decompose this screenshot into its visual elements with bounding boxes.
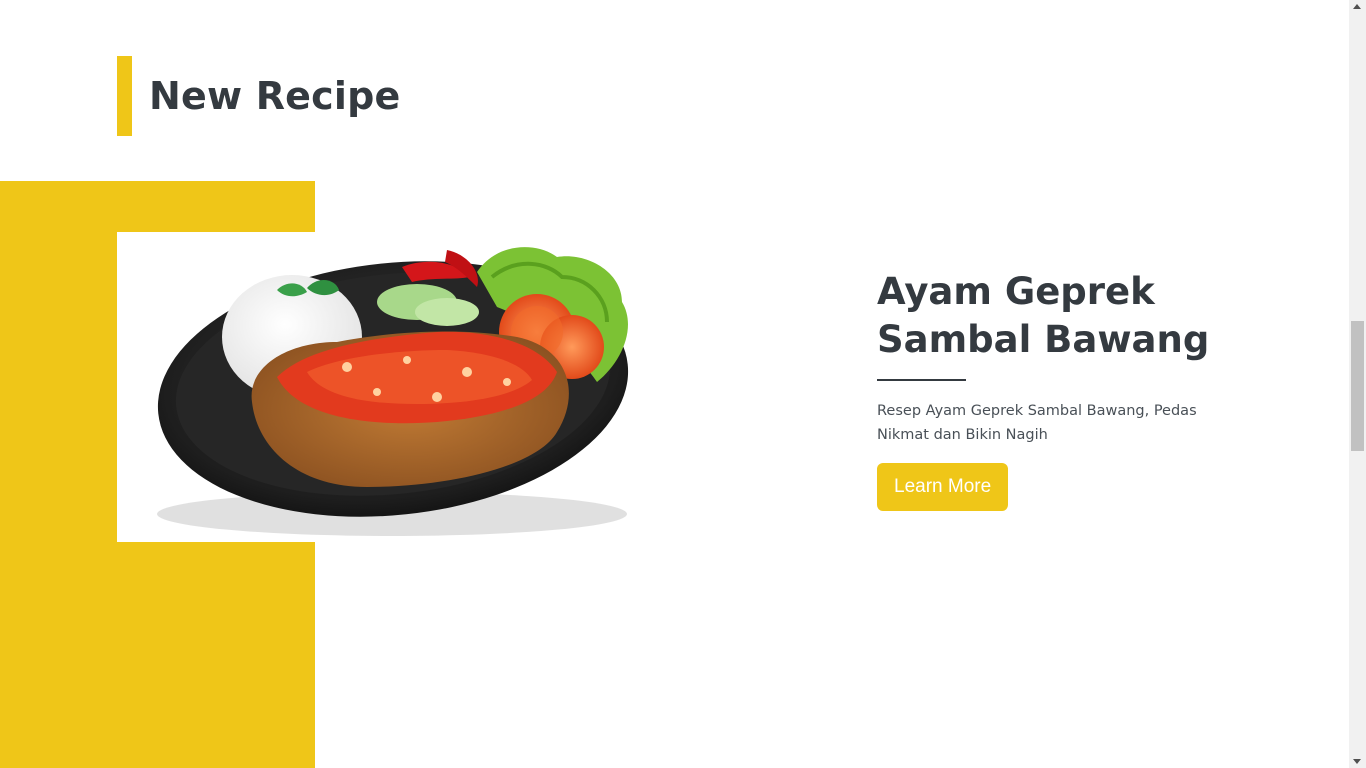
recipe-image	[117, 232, 662, 542]
vertical-scrollbar[interactable]	[1349, 0, 1366, 768]
recipe-title: Ayam Geprek Sambal Bawang	[877, 270, 1210, 361]
heading-accent-bar	[117, 56, 132, 136]
section-title: New Recipe	[149, 74, 401, 118]
recipe-content: Ayam Geprek Sambal Bawang Resep Ayam Gep…	[877, 268, 1217, 511]
recipe-description: Resep Ayam Geprek Sambal Bawang, Pedas N…	[877, 403, 1197, 443]
learn-more-button[interactable]: Learn More	[877, 463, 1009, 511]
scrollbar-thumb[interactable]	[1351, 321, 1364, 451]
chevron-up-icon[interactable]	[1353, 4, 1361, 9]
page: New Recipe Ayam Geprek Sambal Bawang Res…	[0, 0, 1366, 768]
fried-chicken-plate-image	[157, 247, 629, 536]
chevron-down-icon[interactable]	[1353, 759, 1361, 764]
section-heading: New Recipe	[117, 56, 400, 136]
title-divider	[877, 379, 966, 381]
